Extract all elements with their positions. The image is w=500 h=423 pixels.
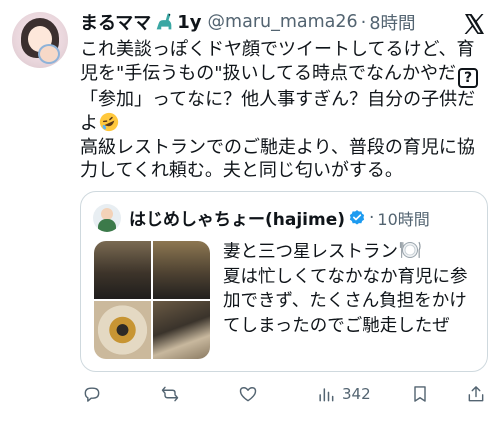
quoted-avatar-body xyxy=(98,219,116,232)
tweet-paragraph-2: 「参加」ってなに？他人事すぎん？自分の子供だよ xyxy=(80,88,490,136)
author-handle[interactable]: @maru_mama26 xyxy=(208,12,358,32)
tweet-paragraph-1-text: これ美談っぽくドヤ顔でツイートしてるけど、育児を"手伝うもの"扱いしてる時点でな… xyxy=(80,39,475,84)
photo-dining-room[interactable] xyxy=(153,241,210,299)
share-button[interactable] xyxy=(466,384,486,404)
tweet-paragraph-1: これ美談っぽくドヤ顔でツイートしてるけど、育児を"手伝うもの"扱いしてる時点でな… xyxy=(80,38,490,88)
like-button[interactable] xyxy=(238,384,258,404)
retweet-icon xyxy=(161,386,179,402)
quoted-tweet-header: はじめしゃちょー(hajime) · 10時間 xyxy=(129,205,430,231)
bookmark-button[interactable] xyxy=(410,384,430,404)
dinosaur-icon xyxy=(156,13,172,30)
quoted-tweet[interactable]: はじめしゃちょー(hajime) · 10時間 妻と三つ星レストラン 夏は忙しく… xyxy=(80,191,488,372)
quoted-tweet-timestamp[interactable]: 10時間 xyxy=(377,206,429,230)
verified-badge-icon xyxy=(349,209,365,225)
author-name-suffix[interactable]: 1y xyxy=(177,12,201,33)
quoted-photo-grid[interactable] xyxy=(94,241,210,359)
avatar-baby xyxy=(38,44,60,64)
photo-restaurant-table[interactable] xyxy=(153,301,210,359)
tweet-action-bar: 342 xyxy=(80,384,490,410)
quoted-text-rest: 夏は忙しくてなかなか育児に参加できず、たくさん負担をかけてしまったのでご馳走した… xyxy=(223,266,468,336)
quoted-author-avatar[interactable] xyxy=(93,204,121,232)
photo-plated-dish[interactable] xyxy=(94,301,151,359)
quoted-author-name[interactable]: はじめしゃちょー(hajime) xyxy=(129,205,345,230)
plate-cutlery-emoji-icon xyxy=(399,241,421,259)
reply-icon xyxy=(84,387,100,402)
photo-couple-restaurant[interactable] xyxy=(94,241,151,299)
author-avatar[interactable] xyxy=(12,12,68,68)
author-name[interactable]: まるママ xyxy=(80,9,151,35)
tweet-timestamp[interactable]: 8時間 xyxy=(369,10,415,35)
views-button[interactable]: 342 xyxy=(316,384,371,404)
tweet-header: まるママ 1y @maru_mama26 · 8時間 xyxy=(80,8,416,36)
reply-button[interactable] xyxy=(82,384,102,404)
views-count: 342 xyxy=(342,385,371,403)
x-logo-icon xyxy=(464,14,484,34)
quoted-tweet-body: 妻と三つ星レストラン 夏は忙しくてなかなか育児に参加できず、たくさん負担をかけて… xyxy=(223,240,483,338)
quoted-text-line-1: 妻と三つ星レストラン xyxy=(223,242,398,262)
share-icon xyxy=(468,386,484,402)
header-separator: · xyxy=(360,11,367,33)
tweet-paragraph-2-text: 「参加」ってなに？他人事すぎん？自分の子供だよ xyxy=(80,88,476,135)
rofl-emoji-icon xyxy=(99,112,119,132)
bookmark-icon xyxy=(414,386,426,402)
quoted-header-separator: · xyxy=(369,207,375,228)
tweet-paragraph-3: 高級レストランでのご馳走より、普段の育児に協力してくれ頼む。夫と同じ匂いがする。 xyxy=(80,136,475,182)
question-box-icon: ? xyxy=(458,67,479,88)
views-icon xyxy=(319,388,334,402)
tweet-body: これ美談っぽくドヤ顔でツイートしてるけど、育児を"手伝うもの"扱いしてる時点でな… xyxy=(80,38,490,183)
retweet-button[interactable] xyxy=(160,384,180,404)
like-icon xyxy=(239,387,257,402)
